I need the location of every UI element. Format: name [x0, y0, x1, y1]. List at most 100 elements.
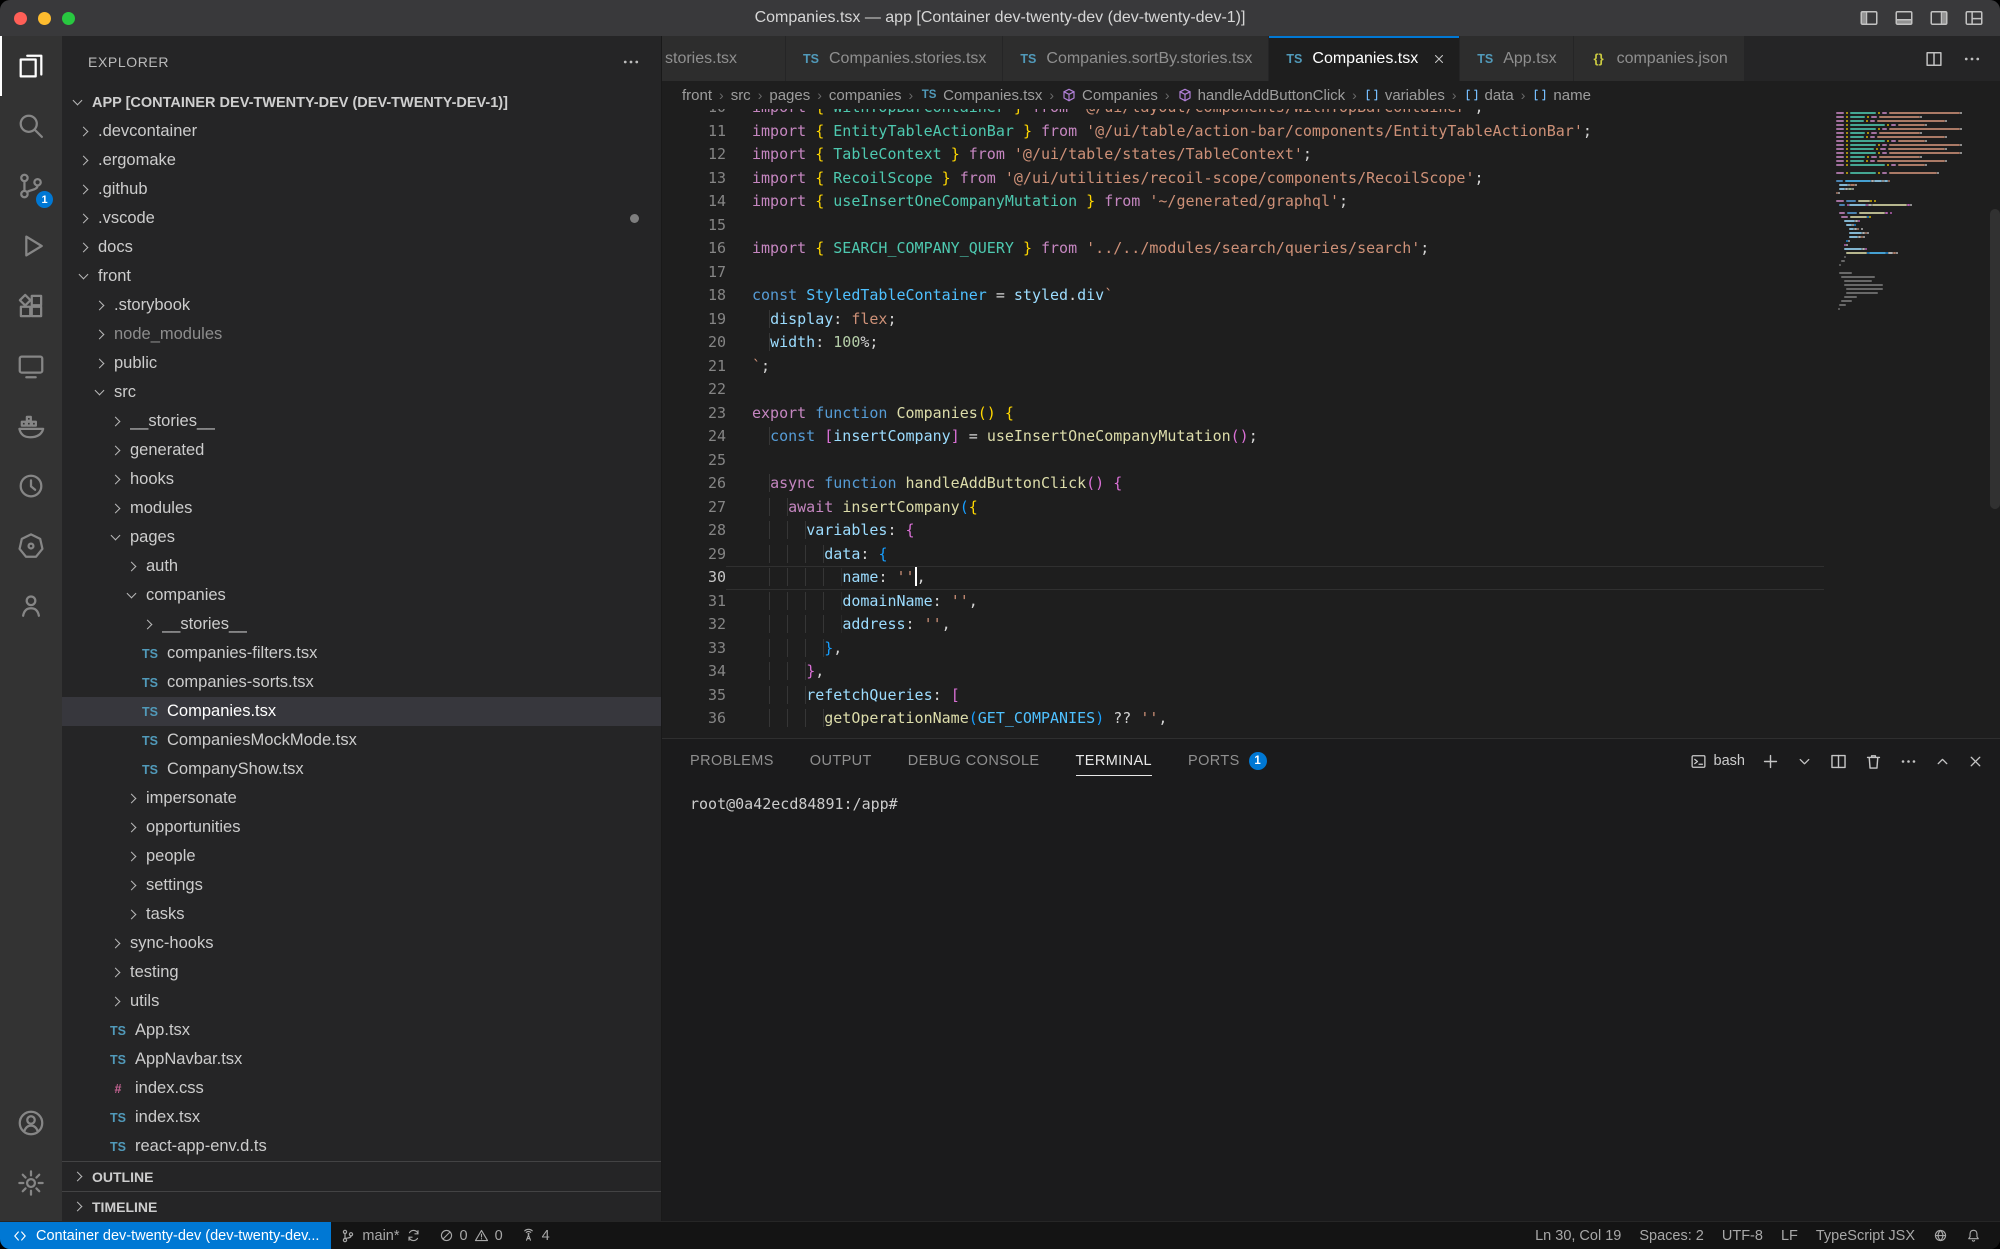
code-line-14[interactable]: 14import { useInsertOneCompanyMutation }…	[662, 190, 1824, 214]
file-Companies.tsx[interactable]: TSCompanies.tsx	[62, 697, 661, 726]
breadcrumb-pages[interactable]: pages	[769, 87, 810, 104]
workspace-section-header[interactable]: APP [CONTAINER DEV-TWENTY-DEV (DEV-TWENT…	[62, 88, 661, 117]
folder-impersonate[interactable]: impersonate	[62, 784, 661, 813]
feedback-indicator[interactable]	[1924, 1222, 1957, 1249]
code-line-27[interactable]: 27 await insertCompany({	[662, 496, 1824, 520]
activity-kubernetes-button[interactable]	[0, 516, 62, 576]
file-index.css[interactable]: #index.css	[62, 1074, 661, 1103]
code-line-28[interactable]: 28 variables: {	[662, 519, 1824, 543]
activity-live-share-button[interactable]	[0, 576, 62, 636]
activity-docker-button[interactable]	[0, 396, 62, 456]
more-actions-icon[interactable]	[1962, 49, 1982, 69]
folder-src[interactable]: src	[62, 378, 661, 407]
code-line-13[interactable]: 13import { RecoilScope } from '@/ui/util…	[662, 167, 1824, 191]
file-CompaniesMockMode.tsx[interactable]: TSCompaniesMockMode.tsx	[62, 726, 661, 755]
panel-tab-ports[interactable]: PORTS1	[1188, 739, 1267, 783]
panel-tab-output[interactable]: OUTPUT	[810, 739, 872, 783]
close-window-button[interactable]	[14, 12, 27, 25]
breadcrumb-handleAddButtonClick[interactable]: handleAddButtonClick	[1177, 87, 1346, 104]
status-item-1[interactable]: Spaces: 2	[1630, 1222, 1713, 1249]
code-line-23[interactable]: 23export function Companies() {	[662, 402, 1824, 426]
code-editor[interactable]: 10import { WithTopBarContainer } from '@…	[662, 109, 2000, 738]
folder-__stories__[interactable]: __stories__	[62, 610, 661, 639]
file-App.tsx[interactable]: TSApp.tsx	[62, 1016, 661, 1045]
code-line-20[interactable]: 20 width: 100%;	[662, 331, 1824, 355]
activity-accounts-button[interactable]	[0, 1093, 62, 1153]
close-tab-icon[interactable]	[1429, 49, 1449, 69]
file-companies-sorts.tsx[interactable]: TScompanies-sorts.tsx	[62, 668, 661, 697]
activity-remote-explorer-button[interactable]	[0, 336, 62, 396]
tab-Companies.stories.tsx[interactable]: TSCompanies.stories.tsx	[786, 36, 1003, 81]
folder-modules[interactable]: modules	[62, 494, 661, 523]
code-line-19[interactable]: 19 display: flex;	[662, 308, 1824, 332]
activity-gitlens-button[interactable]	[0, 456, 62, 516]
split-terminal-icon[interactable]	[1829, 752, 1848, 771]
code-line-24[interactable]: 24 const [insertCompany] = useInsertOneC…	[662, 425, 1824, 449]
folder-node_modules[interactable]: node_modules	[62, 320, 661, 349]
folder-sync-hooks[interactable]: sync-hooks	[62, 929, 661, 958]
tab-App.tsx[interactable]: TSApp.tsx	[1460, 36, 1573, 81]
folder-.devcontainer[interactable]: .devcontainer	[62, 117, 661, 146]
activity-run-debug-button[interactable]	[0, 216, 62, 276]
code-line-17[interactable]: 17	[662, 261, 1824, 285]
tab-Companies.sortBy.stories.tsx[interactable]: TSCompanies.sortBy.stories.tsx	[1003, 36, 1269, 81]
code-line-15[interactable]: 15	[662, 214, 1824, 238]
problems-indicator[interactable]: 00	[430, 1222, 512, 1249]
code-line-18[interactable]: 18const StyledTableContainer = styled.di…	[662, 284, 1824, 308]
breadcrumb-variables[interactable]: variables	[1364, 87, 1445, 104]
ports-indicator[interactable]: 4	[512, 1222, 559, 1249]
code-line-12[interactable]: 12import { TableContext } from '@/ui/tab…	[662, 143, 1824, 167]
terminal-dropdown-icon[interactable]	[1796, 753, 1813, 770]
status-item-0[interactable]: Ln 30, Col 19	[1526, 1222, 1630, 1249]
folder-companies[interactable]: companies	[62, 581, 661, 610]
tab-stories.tsx[interactable]: stories.tsx	[662, 36, 786, 81]
branch-indicator[interactable]: main*	[331, 1222, 429, 1249]
folder-public[interactable]: public	[62, 349, 661, 378]
breadcrumb-data[interactable]: data	[1464, 87, 1514, 104]
remote-indicator[interactable]: Container dev-twenty-dev (dev-twenty-dev…	[0, 1222, 331, 1249]
panel-tab-problems[interactable]: PROBLEMS	[690, 739, 774, 783]
notifications-indicator[interactable]	[1957, 1222, 1990, 1249]
panel-tab-debug-console[interactable]: DEBUG CONSOLE	[908, 739, 1040, 783]
section-outline[interactable]: OUTLINE	[62, 1161, 661, 1191]
activity-source-control-button[interactable]: 1	[0, 156, 62, 216]
minimize-window-button[interactable]	[38, 12, 51, 25]
file-companies-filters.tsx[interactable]: TScompanies-filters.tsx	[62, 639, 661, 668]
folder-testing[interactable]: testing	[62, 958, 661, 987]
code-line-22[interactable]: 22	[662, 378, 1824, 402]
section-timeline[interactable]: TIMELINE	[62, 1191, 661, 1221]
code-line-26[interactable]: 26 async function handleAddButtonClick()…	[662, 472, 1824, 496]
code-line-29[interactable]: 29 data: {	[662, 543, 1824, 567]
breadcrumb-front[interactable]: front	[682, 87, 712, 104]
more-actions-icon[interactable]	[1899, 752, 1918, 771]
code-line-21[interactable]: 21`;	[662, 355, 1824, 379]
code-line-30[interactable]: 30 name: '',	[662, 566, 1824, 590]
folder-tasks[interactable]: tasks	[62, 900, 661, 929]
activity-search-button[interactable]	[0, 96, 62, 156]
code-line-34[interactable]: 34 },	[662, 660, 1824, 684]
folder-docs[interactable]: docs	[62, 233, 661, 262]
code-line-33[interactable]: 33 },	[662, 637, 1824, 661]
maximize-panel-icon[interactable]	[1934, 753, 1951, 770]
code-line-16[interactable]: 16import { SEARCH_COMPANY_QUERY } from '…	[662, 237, 1824, 261]
kill-terminal-icon[interactable]	[1864, 752, 1883, 771]
panel-left-icon[interactable]	[1859, 8, 1879, 28]
folder-__stories__[interactable]: __stories__	[62, 407, 661, 436]
scrollbar-thumb[interactable]	[1990, 209, 2000, 509]
status-item-3[interactable]: LF	[1772, 1222, 1807, 1249]
status-item-4[interactable]: TypeScript JSX	[1807, 1222, 1924, 1249]
folder-.storybook[interactable]: .storybook	[62, 291, 661, 320]
tab-Companies.tsx[interactable]: TSCompanies.tsx	[1269, 36, 1460, 81]
folder-people[interactable]: people	[62, 842, 661, 871]
folder-auth[interactable]: auth	[62, 552, 661, 581]
panel-right-icon[interactable]	[1929, 8, 1949, 28]
close-panel-icon[interactable]	[1967, 753, 1984, 770]
breadcrumb-Companies.tsx[interactable]: TSCompanies.tsx	[920, 87, 1042, 104]
file-AppNavbar.tsx[interactable]: TSAppNavbar.tsx	[62, 1045, 661, 1074]
code-line-36[interactable]: 36 getOperationName(GET_COMPANIES) ?? ''…	[662, 707, 1824, 731]
breadcrumb-name[interactable]: name	[1532, 87, 1591, 104]
status-item-2[interactable]: UTF-8	[1713, 1222, 1772, 1249]
folder-.ergomake[interactable]: .ergomake	[62, 146, 661, 175]
file-index.tsx[interactable]: TSindex.tsx	[62, 1103, 661, 1132]
code-line-32[interactable]: 32 address: '',	[662, 613, 1824, 637]
